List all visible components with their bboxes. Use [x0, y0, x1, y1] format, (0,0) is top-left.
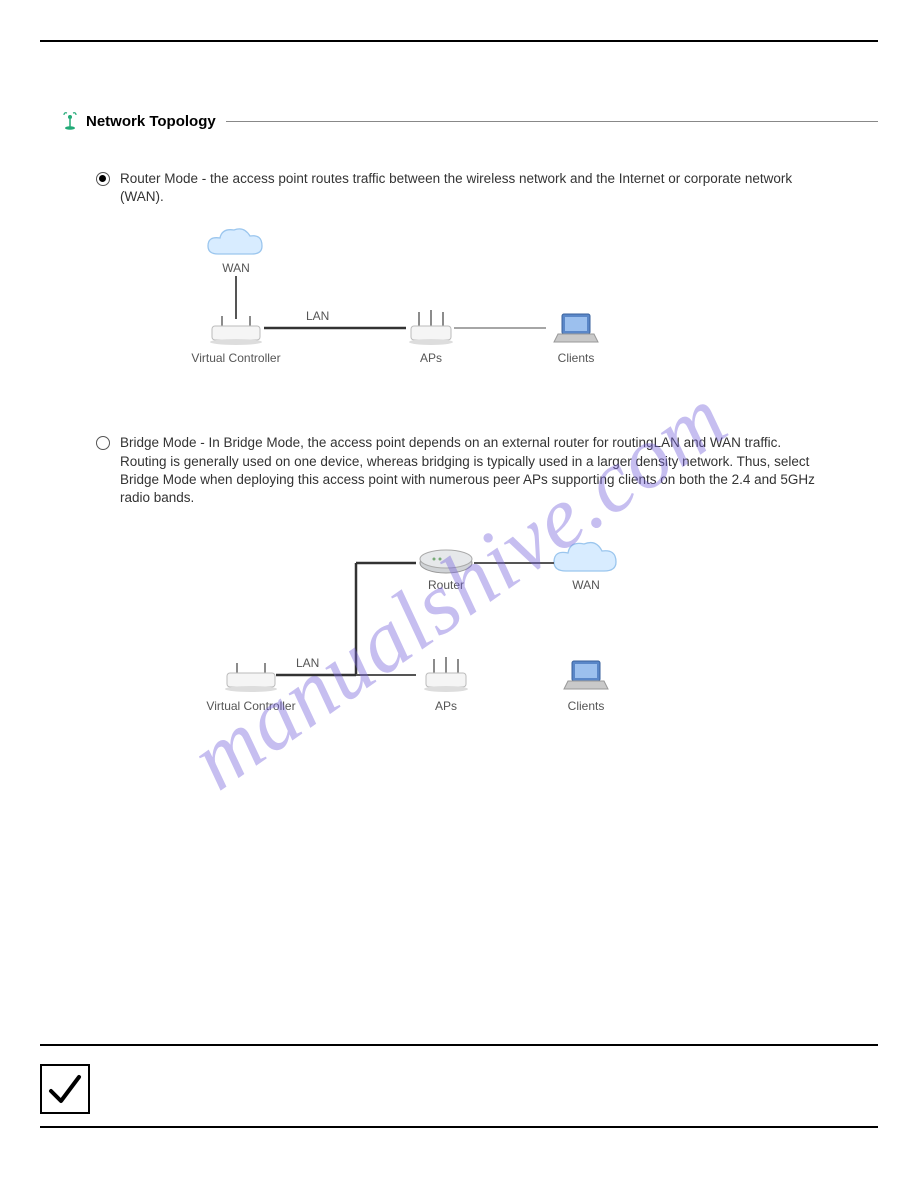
- section-header: Network Topology: [62, 112, 878, 130]
- option-router-text: Router Mode - the access point routes tr…: [120, 170, 828, 206]
- checkmark-icon: [47, 1071, 83, 1107]
- option-bridge-mode: Bridge Mode - In Bridge Mode, the access…: [96, 434, 828, 745]
- option-bridge-text: Bridge Mode - In Bridge Mode, the access…: [120, 434, 828, 507]
- antenna-icon: [62, 112, 78, 130]
- label-aps: APs: [420, 351, 442, 365]
- page-footer-area: [40, 1044, 878, 1128]
- top-horizontal-rule: [40, 40, 878, 42]
- footer-rule-bottom: [40, 1126, 878, 1128]
- label-vc: Virtual Controller: [191, 351, 280, 365]
- label-aps2: APs: [435, 699, 457, 713]
- label-router: Router: [428, 578, 464, 592]
- label-lan: LAN: [306, 309, 329, 323]
- footer-rule-top: [40, 1044, 878, 1046]
- option-router-mode: Router Mode - the access point routes tr…: [96, 170, 828, 404]
- diagram-bridge-mode: Router WAN LAN: [146, 525, 828, 745]
- label-clients2: Clients: [568, 699, 605, 713]
- radio-bridge-mode[interactable]: [96, 436, 110, 450]
- radio-router-mode[interactable]: [96, 172, 110, 186]
- label-wan2: WAN: [572, 578, 600, 592]
- section-title: Network Topology: [86, 113, 216, 130]
- header-divider-line: [226, 121, 878, 122]
- label-wan: WAN: [222, 261, 250, 275]
- note-checkmark-box: [40, 1064, 90, 1114]
- label-clients: Clients: [558, 351, 595, 365]
- label-vc2: Virtual Controller: [206, 699, 295, 713]
- diagram-router-mode: WAN Virtual Controller LAN: [146, 224, 828, 404]
- label-lan2: LAN: [296, 656, 319, 670]
